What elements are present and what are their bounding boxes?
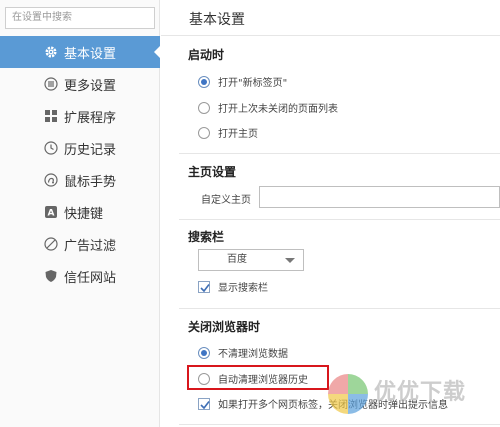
sidebar-item-label: 基本设置 — [64, 46, 117, 62]
gear-icon — [44, 45, 58, 59]
close-option-keep-data[interactable]: 不清理浏览数据 — [198, 345, 288, 360]
search-engine-select[interactable]: 百度 — [198, 249, 304, 271]
sidebar-item-label: 更多设置 — [64, 78, 117, 94]
sidebar-item-label: 广告过滤 — [64, 238, 117, 254]
sidebar-item-mouse-gestures[interactable]: 鼠标手势 — [0, 164, 160, 196]
divider — [179, 308, 500, 309]
watermark-text: 优优下载 — [374, 380, 467, 405]
startup-option-home-page[interactable]: 打开主页 — [198, 125, 258, 140]
chevron-down-icon — [285, 258, 295, 263]
settings-panel: 基本设置 启动时 打开"新标签页" 打开上次未关闭的页面列表 打开主页 主页设置… — [161, 0, 500, 427]
section-title-startup: 启动时 — [188, 48, 225, 62]
sidebar-item-extensions[interactable]: 扩展程序 — [0, 100, 160, 132]
option-label: 不清理浏览数据 — [218, 349, 288, 360]
search-input[interactable]: 在设置中搜索 — [5, 7, 155, 29]
divider — [179, 219, 500, 220]
option-label: 打开上次未关闭的页面列表 — [218, 104, 338, 115]
option-label: 打开"新标签页" — [218, 78, 288, 89]
clock-icon — [44, 141, 58, 155]
watermark-logo-icon — [328, 374, 368, 414]
radio-button[interactable] — [198, 101, 210, 114]
divider — [161, 35, 500, 36]
sidebar-item-label: 鼠标手势 — [64, 174, 117, 190]
checkmark-icon — [200, 400, 210, 409]
section-title-homepage: 主页设置 — [188, 165, 237, 179]
shield-icon — [44, 269, 58, 283]
option-label: 打开主页 — [218, 129, 258, 140]
key-a-icon: A — [44, 205, 58, 219]
page-title: 基本设置 — [189, 12, 245, 28]
section-title-searchbar: 搜索栏 — [188, 230, 225, 244]
show-searchbar-option[interactable]: 显示搜索栏 — [198, 279, 268, 294]
option-label: 显示搜索栏 — [218, 283, 268, 294]
checkmark-icon — [200, 283, 210, 292]
sidebar-nav: 基本设置 更多设置 扩展程序 历史记录 鼠标手势 A 快捷键 广告过滤 信任网站 — [0, 36, 161, 292]
homepage-label: 自定义主页 — [201, 195, 251, 206]
list-icon — [44, 77, 58, 91]
radio-button[interactable] — [198, 126, 210, 139]
sidebar-item-ad-filter[interactable]: 广告过滤 — [0, 228, 160, 260]
sidebar: 在设置中搜索 基本设置 更多设置 扩展程序 历史记录 鼠标手势 A 快捷键 广告… — [0, 0, 161, 427]
startup-option-new-tab[interactable]: 打开"新标签页" — [198, 74, 287, 89]
sidebar-item-shortcuts[interactable]: A 快捷键 — [0, 196, 160, 228]
highlight-box — [187, 365, 329, 390]
svg-text:A: A — [48, 209, 55, 219]
radio-button[interactable] — [198, 346, 210, 359]
sidebar-item-history[interactable]: 历史记录 — [0, 132, 160, 164]
startup-option-restore-pages[interactable]: 打开上次未关闭的页面列表 — [198, 100, 338, 115]
divider — [179, 153, 500, 154]
watermark: 优优下载 — [322, 366, 500, 427]
checkbox[interactable] — [198, 397, 210, 410]
sidebar-item-more-settings[interactable]: 更多设置 — [0, 68, 160, 100]
sidebar-item-trusted-sites[interactable]: 信任网站 — [0, 260, 160, 292]
sidebar-item-label: 信任网站 — [64, 270, 117, 286]
grid-icon — [44, 109, 58, 123]
sidebar-item-basic-settings[interactable]: 基本设置 — [0, 36, 161, 68]
section-title-close-browser: 关闭浏览器时 — [188, 320, 261, 334]
sidebar-item-label: 历史记录 — [64, 142, 117, 158]
search-engine-value: 百度 — [227, 254, 247, 265]
sidebar-item-label: 快捷键 — [64, 206, 104, 222]
block-icon — [44, 237, 58, 251]
radio-button[interactable] — [198, 75, 210, 88]
sidebar-item-label: 扩展程序 — [64, 110, 117, 126]
checkbox[interactable] — [198, 280, 210, 293]
homepage-url-input[interactable] — [259, 186, 500, 208]
gesture-icon — [44, 173, 58, 187]
